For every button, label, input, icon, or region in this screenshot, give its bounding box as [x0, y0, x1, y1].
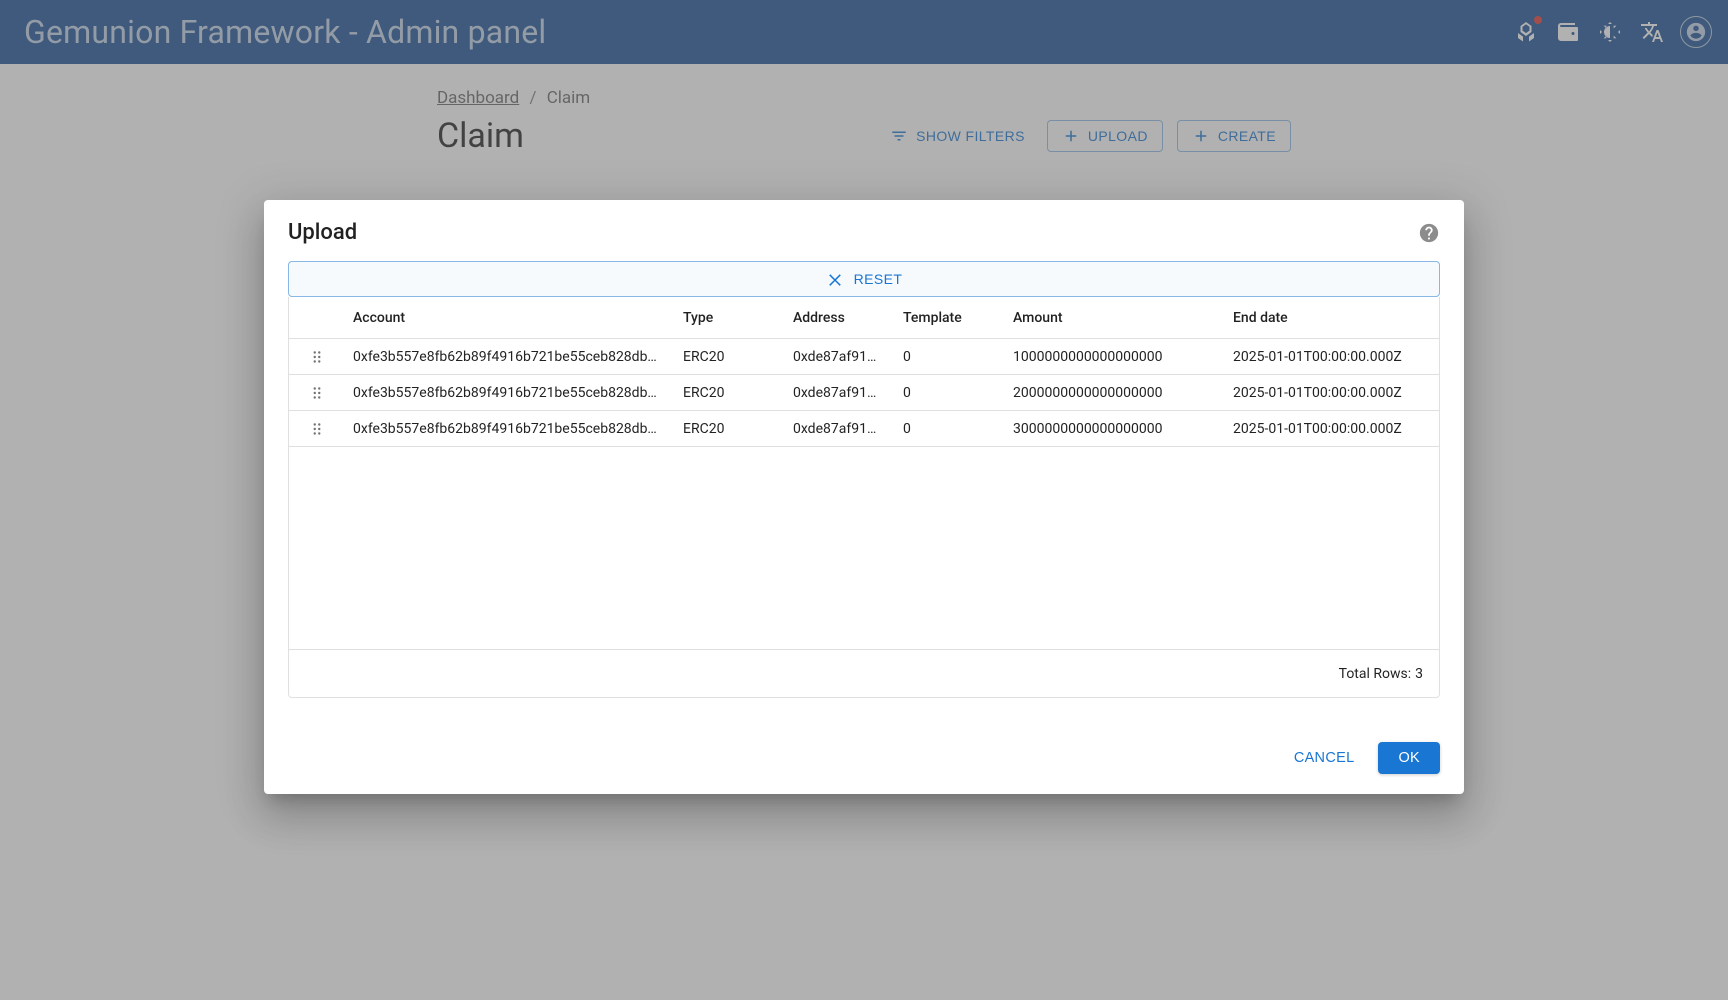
cell-address: 0xde87af91…: [785, 349, 895, 365]
grid-footer: Total Rows: 3: [289, 649, 1439, 697]
cell-account: 0xfe3b557e8fb62b89f4916b721be55ceb828db…: [345, 385, 675, 401]
cell-end-date: 2025-01-01T00:00:00.000Z: [1225, 349, 1439, 365]
close-icon: [826, 270, 844, 288]
col-type[interactable]: Type: [675, 310, 785, 326]
dialog-actions: Cancel Ok: [288, 742, 1440, 774]
col-amount[interactable]: Amount: [1005, 310, 1225, 326]
grid-body[interactable]: 0xfe3b557e8fb62b89f4916b721be55ceb828db……: [289, 339, 1439, 649]
cell-type: ERC20: [675, 385, 785, 401]
col-end-date[interactable]: End date: [1225, 310, 1445, 326]
col-address[interactable]: Address: [785, 310, 895, 326]
upload-dialog: Upload Reset Account Type Address Templa…: [264, 200, 1464, 794]
cell-end-date: 2025-01-01T00:00:00.000Z: [1225, 385, 1439, 401]
cell-account: 0xfe3b557e8fb62b89f4916b721be55ceb828db…: [345, 421, 675, 437]
ok-button[interactable]: Ok: [1378, 742, 1440, 774]
cell-address: 0xde87af91…: [785, 385, 895, 401]
drag-handle-icon[interactable]: [289, 420, 345, 438]
cell-template: 0: [895, 421, 1005, 437]
total-rows-count: 3: [1415, 666, 1423, 682]
cell-address: 0xde87af91…: [785, 421, 895, 437]
reset-button[interactable]: Reset: [288, 261, 1440, 297]
cell-amount: 3000000000000000000: [1005, 421, 1225, 437]
dialog-title: Upload: [288, 220, 357, 245]
cell-type: ERC20: [675, 349, 785, 365]
col-template[interactable]: Template: [895, 310, 1005, 326]
modal-overlay[interactable]: Upload Reset Account Type Address Templa…: [0, 0, 1728, 1000]
grid-header: Account Type Address Template Amount End…: [289, 297, 1439, 339]
grid-row[interactable]: 0xfe3b557e8fb62b89f4916b721be55ceb828db……: [289, 339, 1439, 375]
grid-row[interactable]: 0xfe3b557e8fb62b89f4916b721be55ceb828db……: [289, 375, 1439, 411]
drag-handle-icon[interactable]: [289, 348, 345, 366]
cell-account: 0xfe3b557e8fb62b89f4916b721be55ceb828db…: [345, 349, 675, 365]
reset-label: Reset: [854, 271, 903, 287]
grid-row[interactable]: 0xfe3b557e8fb62b89f4916b721be55ceb828db……: [289, 411, 1439, 447]
cell-template: 0: [895, 349, 1005, 365]
cell-amount: 1000000000000000000: [1005, 349, 1225, 365]
cell-type: ERC20: [675, 421, 785, 437]
cell-template: 0: [895, 385, 1005, 401]
total-rows-label: Total Rows:: [1339, 666, 1411, 682]
drag-handle-icon[interactable]: [289, 384, 345, 402]
cell-amount: 2000000000000000000: [1005, 385, 1225, 401]
col-account[interactable]: Account: [345, 310, 675, 326]
cancel-button[interactable]: Cancel: [1282, 742, 1367, 774]
upload-grid: Account Type Address Template Amount End…: [288, 297, 1440, 698]
help-icon[interactable]: [1418, 222, 1440, 244]
cell-end-date: 2025-01-01T00:00:00.000Z: [1225, 421, 1439, 437]
